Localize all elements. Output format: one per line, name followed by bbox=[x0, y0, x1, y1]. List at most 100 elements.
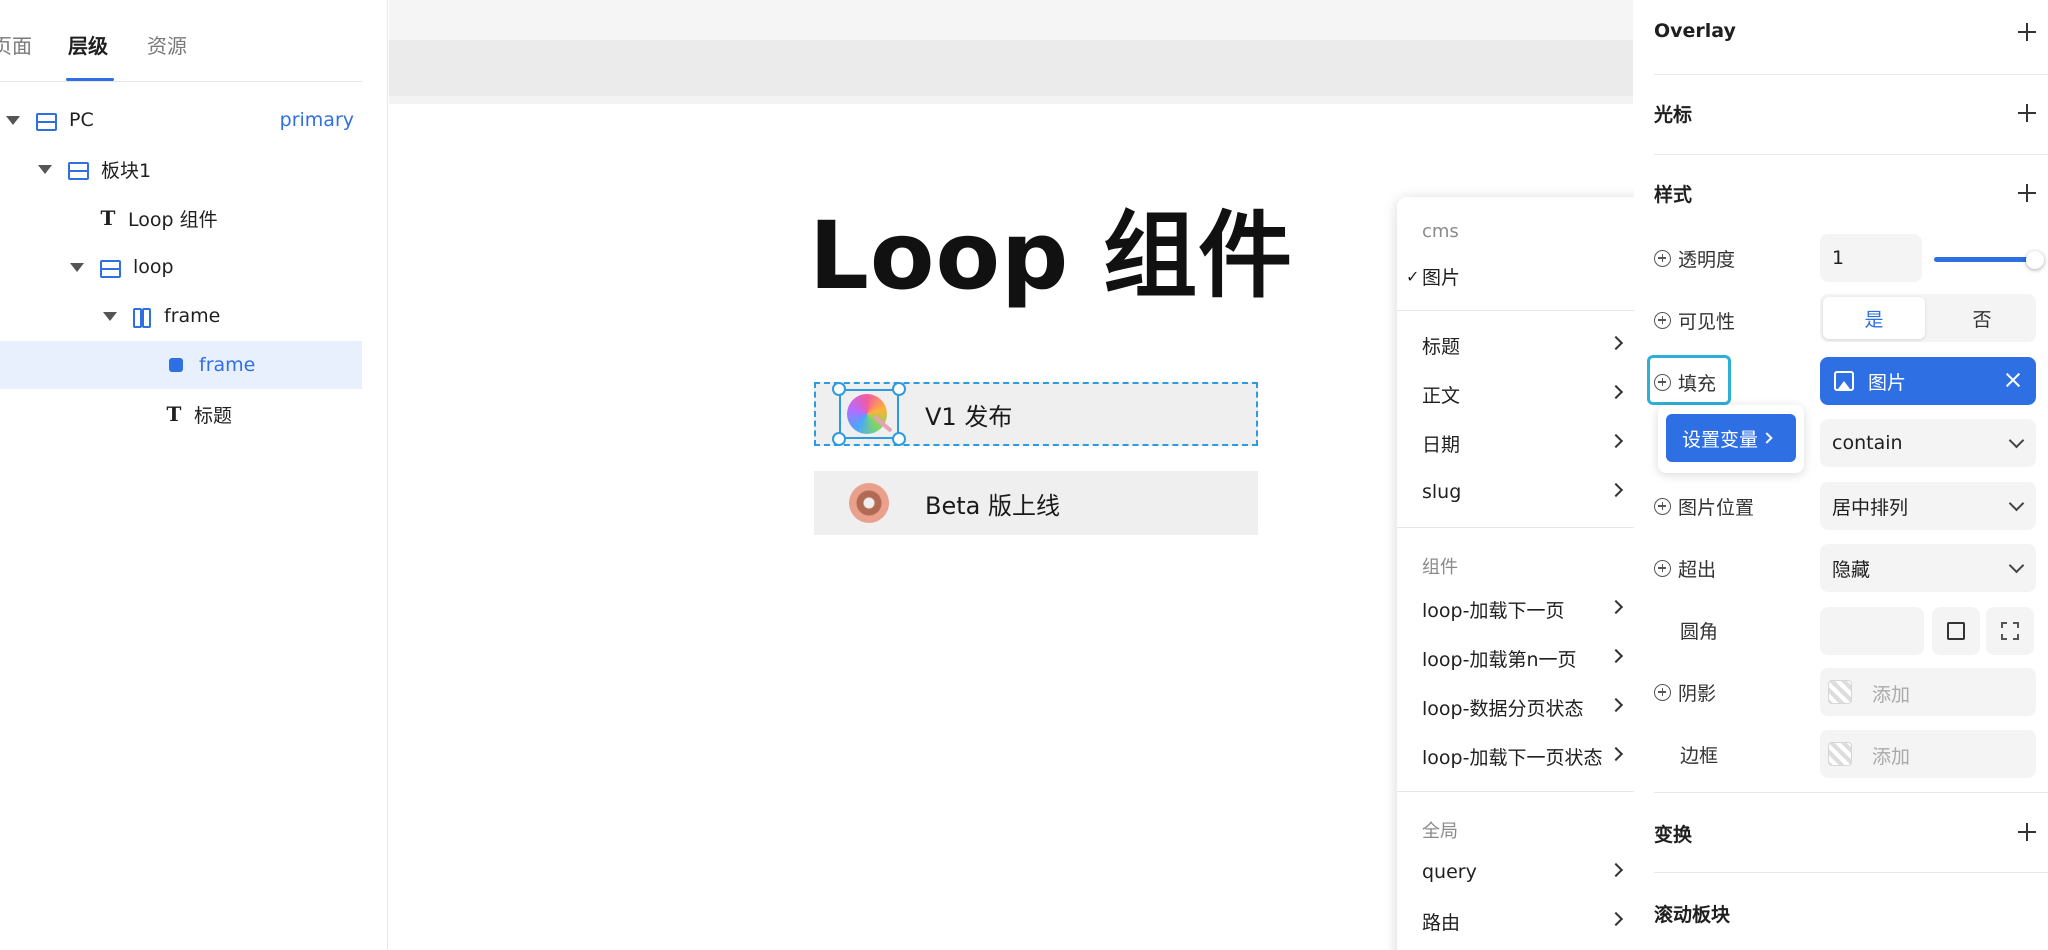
menu-item-loop-page-state[interactable]: loop-数据分页状态 bbox=[1397, 684, 1651, 730]
add-variable-plus-icon[interactable] bbox=[1654, 311, 1671, 329]
menu-item-query[interactable]: query bbox=[1397, 849, 1651, 895]
fill-value-chip[interactable]: 图片 bbox=[1820, 357, 2036, 405]
card-title[interactable]: Beta 版上线 bbox=[925, 486, 1060, 521]
loop-card[interactable]: V1 发布 bbox=[814, 382, 1258, 446]
tree-row-title[interactable]: T 标题 bbox=[0, 390, 362, 438]
tree-row-frame-selected[interactable]: frame bbox=[0, 341, 362, 389]
close-icon[interactable] bbox=[2002, 369, 2024, 391]
section-cursor-title: 光标 bbox=[1654, 104, 1693, 126]
menu-item-label: 日期 bbox=[1422, 433, 1461, 456]
radius-label-text: 圆角 bbox=[1680, 620, 1719, 643]
tree-row-pc[interactable]: PC primary bbox=[0, 96, 362, 144]
menu-divider bbox=[1397, 310, 1651, 311]
fill-value: 图片 bbox=[1868, 371, 1907, 394]
menu-item-image[interactable]: ✓ 图片 bbox=[1397, 253, 1651, 299]
image-position-label[interactable]: 图片位置 bbox=[1654, 492, 1754, 520]
add-variable-plus-icon[interactable] bbox=[1654, 497, 1671, 515]
overflow-label[interactable]: 超出 bbox=[1654, 554, 1716, 582]
caret-down-icon[interactable] bbox=[38, 164, 52, 174]
menu-item-loop-next[interactable]: loop-加载下一页 bbox=[1397, 586, 1651, 632]
image-selection-box[interactable] bbox=[839, 389, 899, 439]
add-transform-plus-icon[interactable] bbox=[2018, 823, 2036, 841]
radius-input[interactable] bbox=[1820, 607, 1924, 655]
section-scroll-title: 滚动板块 bbox=[1654, 904, 1731, 926]
visibility-no-option[interactable]: 否 bbox=[1931, 297, 2033, 339]
tree-row-loop[interactable]: loop bbox=[0, 243, 362, 291]
menu-item-label: 标题 bbox=[1422, 335, 1461, 358]
add-variable-plus-icon[interactable] bbox=[1654, 373, 1671, 391]
tree-row-loop-text[interactable]: T Loop 组件 bbox=[0, 194, 362, 242]
add-style-plus-icon[interactable] bbox=[2018, 184, 2036, 202]
tree-row-section1[interactable]: 板块1 bbox=[0, 145, 362, 193]
image-fit-select[interactable]: contain bbox=[1820, 419, 2036, 467]
primary-badge: primary bbox=[279, 109, 354, 131]
border-label-text: 边框 bbox=[1680, 744, 1719, 767]
caret-down-icon[interactable] bbox=[70, 262, 84, 272]
menu-item-loop-next-state[interactable]: loop-加载下一页状态 bbox=[1397, 733, 1651, 779]
tab-layers[interactable]: 层级 bbox=[68, 30, 108, 59]
resize-handle-tl[interactable] bbox=[832, 382, 846, 396]
tree-label: Loop 组件 bbox=[128, 208, 218, 231]
variable-dropdown: cms ✓ 图片 标题 正文 日期 slug 组件 loop-加载下一页 loo… bbox=[1397, 197, 1651, 950]
radius-uniform-button[interactable] bbox=[1932, 607, 1980, 655]
chevron-right-icon bbox=[1608, 433, 1624, 449]
opacity-label[interactable]: 透明度 bbox=[1654, 244, 1735, 272]
add-variable-plus-icon[interactable] bbox=[1654, 559, 1671, 577]
chevron-down-icon bbox=[2008, 495, 2025, 512]
add-variable-plus-icon[interactable] bbox=[1654, 249, 1671, 267]
caret-down-icon[interactable] bbox=[6, 115, 20, 125]
overflow-select[interactable]: 隐藏 bbox=[1820, 544, 2036, 592]
border-label: 边框 bbox=[1680, 740, 1718, 768]
menu-item-loop-nth[interactable]: loop-加载第n一页 bbox=[1397, 635, 1651, 681]
visibility-yes-option[interactable]: 是 bbox=[1823, 297, 1925, 339]
menu-item-date[interactable]: 日期 bbox=[1397, 420, 1651, 466]
shadow-label[interactable]: 阴影 bbox=[1654, 678, 1716, 706]
opacity-slider-track[interactable] bbox=[1934, 257, 2032, 262]
overflow-value: 隐藏 bbox=[1832, 558, 1871, 581]
donut-image[interactable] bbox=[849, 483, 889, 523]
menu-item-route[interactable]: 路由 bbox=[1397, 898, 1651, 944]
stack-icon bbox=[68, 161, 89, 180]
border-add-field[interactable]: 添加 bbox=[1820, 730, 2036, 778]
tab-pages[interactable]: 页面 bbox=[0, 30, 32, 59]
set-variable-button[interactable]: 设置变量 bbox=[1666, 414, 1796, 462]
resize-handle-tr[interactable] bbox=[892, 382, 906, 396]
loop-card[interactable]: Beta 版上线 bbox=[814, 471, 1258, 535]
caret-down-icon[interactable] bbox=[103, 311, 117, 321]
chevron-down-icon bbox=[2008, 432, 2025, 449]
chevron-right-icon bbox=[1608, 697, 1624, 713]
visibility-label[interactable]: 可见性 bbox=[1654, 306, 1735, 334]
overflow-label-text: 超出 bbox=[1678, 558, 1717, 581]
add-overlay-plus-icon[interactable] bbox=[2018, 23, 2036, 41]
text-icon: T bbox=[100, 206, 116, 230]
visibility-label-text: 可见性 bbox=[1678, 310, 1736, 333]
page-heading[interactable]: Loop 组件 bbox=[809, 180, 1292, 316]
shadow-add-field[interactable]: 添加 bbox=[1820, 668, 2036, 716]
resize-handle-br[interactable] bbox=[892, 432, 906, 446]
shadow-placeholder: 添加 bbox=[1872, 684, 1911, 706]
chevron-right-icon bbox=[1608, 482, 1624, 498]
tree-label: 标题 bbox=[194, 404, 233, 427]
fill-label[interactable]: 填充 bbox=[1654, 368, 1716, 396]
menu-item-body[interactable]: 正文 bbox=[1397, 371, 1651, 417]
tab-assets[interactable]: 资源 bbox=[147, 30, 187, 59]
menu-item-label: 正文 bbox=[1422, 384, 1461, 407]
section-components: 组件 bbox=[1422, 557, 1458, 578]
menu-divider bbox=[1397, 527, 1651, 528]
section-divider bbox=[1654, 154, 2048, 155]
menu-item-label: loop-加载下一页 bbox=[1422, 599, 1565, 622]
chevron-right-icon bbox=[1608, 599, 1624, 615]
tree-row-frame-parent[interactable]: frame bbox=[0, 292, 362, 340]
text-icon: T bbox=[166, 402, 182, 426]
resize-handle-bl[interactable] bbox=[832, 432, 846, 446]
opacity-input[interactable]: 1 bbox=[1820, 234, 1922, 282]
opacity-slider-knob[interactable] bbox=[2026, 251, 2044, 269]
menu-item-label: query bbox=[1422, 861, 1477, 883]
menu-item-slug[interactable]: slug bbox=[1397, 469, 1651, 515]
add-cursor-plus-icon[interactable] bbox=[2018, 104, 2036, 122]
add-variable-plus-icon[interactable] bbox=[1654, 683, 1671, 701]
image-position-select[interactable]: 居中排列 bbox=[1820, 482, 2036, 530]
radius-individual-button[interactable] bbox=[1986, 607, 2034, 655]
visibility-toggle[interactable]: 是 否 bbox=[1820, 294, 2036, 342]
menu-item-title[interactable]: 标题 bbox=[1397, 322, 1651, 368]
